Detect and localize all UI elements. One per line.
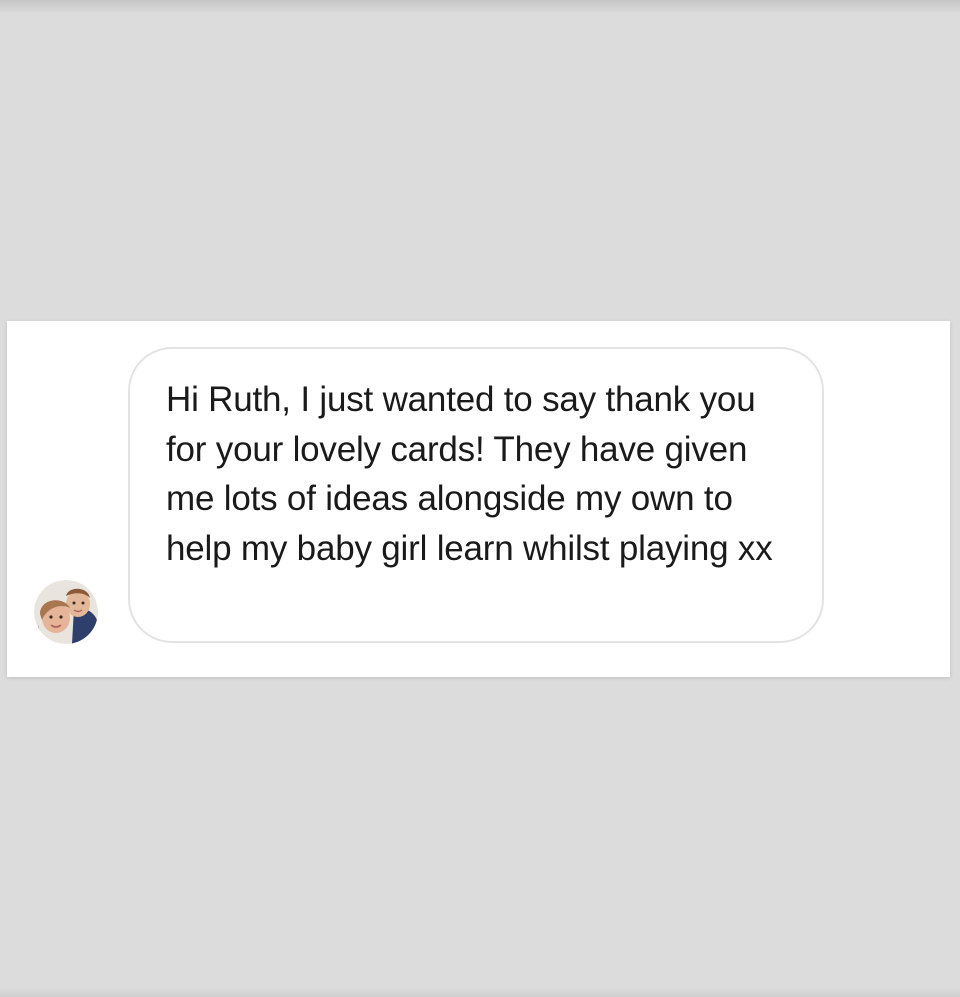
top-edge-shadow [0,0,960,14]
message-text: Hi Ruth, I just wanted to say thank you … [166,380,773,568]
message-thread-card: Hi Ruth, I just wanted to say thank you … [7,321,950,677]
bottom-edge-shadow [0,987,960,997]
sender-avatar[interactable] [34,580,98,644]
received-message-bubble[interactable]: Hi Ruth, I just wanted to say thank you … [128,347,824,643]
profile-photo-avatar-icon [34,580,98,644]
